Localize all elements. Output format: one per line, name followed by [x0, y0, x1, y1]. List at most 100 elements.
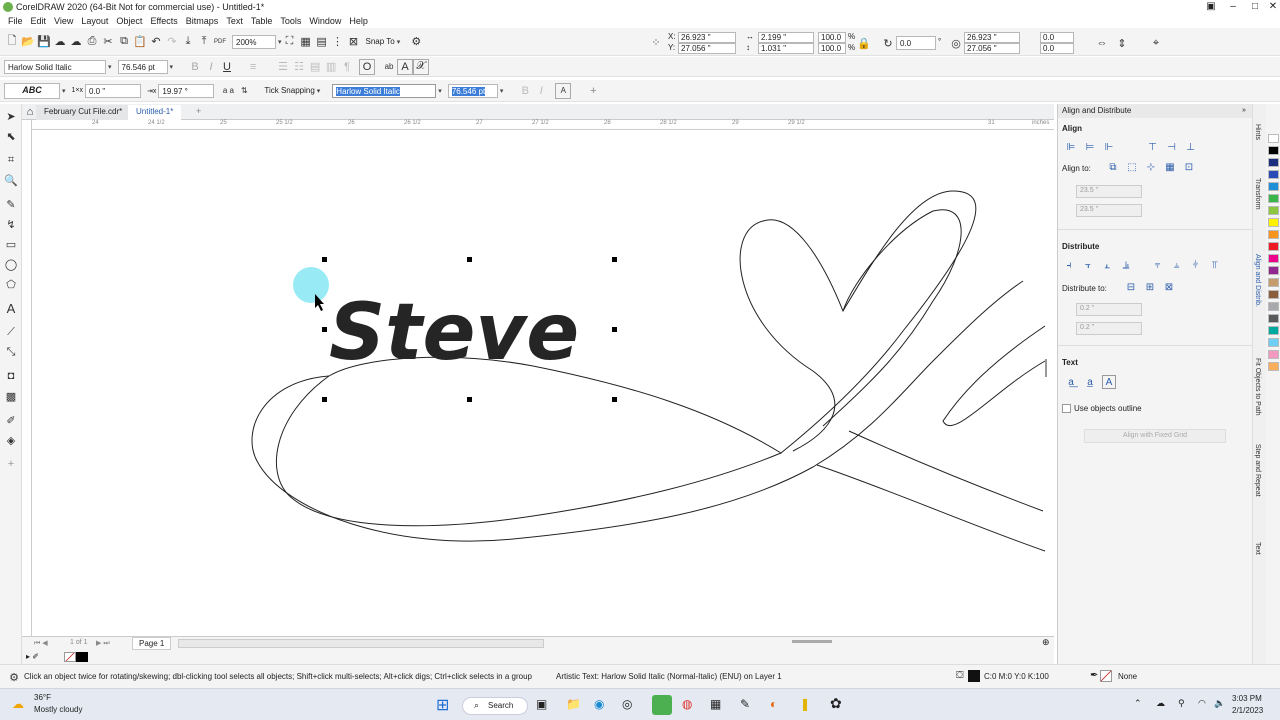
align-text-icon[interactable]: ≡ [245, 59, 261, 75]
coreldraw-taskbar-icon[interactable] [652, 695, 672, 715]
specified-point-icon[interactable]: ⊡ [1182, 161, 1196, 175]
page-tab[interactable]: Page 1 [132, 637, 172, 650]
font-list-field[interactable]: Harlow Solid Italic [4, 59, 106, 74]
paste-icon[interactable]: 📋 [132, 34, 148, 50]
clock-date[interactable]: 2/1/2023 [1232, 706, 1263, 715]
folder-icon[interactable]: ❚ [800, 697, 810, 711]
interactive-fill-icon[interactable]: ◈ [3, 432, 19, 448]
new-document-icon[interactable]: 🗋 [4, 34, 20, 50]
y-position-field[interactable]: 27.056 " [678, 43, 736, 54]
print-icon[interactable]: ⎙ [84, 34, 100, 50]
color-swatch[interactable] [1268, 278, 1279, 287]
selection-handle[interactable] [612, 397, 617, 402]
text-properties-icon[interactable]: ab [381, 59, 397, 75]
dell-icon[interactable]: ◎ [622, 697, 632, 711]
tab-step-and-repeat[interactable]: Step and Repeat [1254, 444, 1261, 497]
add-tab-icon[interactable]: + [196, 106, 201, 116]
close-button[interactable]: ✕ [1262, 0, 1280, 14]
align-left-icon[interactable]: ⊫ [1064, 141, 1078, 155]
calculator-icon[interactable]: ▦ [710, 697, 721, 711]
selection-handle[interactable] [322, 327, 327, 332]
align-top-icon[interactable]: ⊤ [1146, 141, 1160, 155]
polygon-tool-icon[interactable]: ⬠ [3, 276, 19, 292]
align-center-v-icon[interactable]: ⊣ [1165, 141, 1179, 155]
underline-icon[interactable]: U [219, 59, 235, 75]
tab-fit-objects-to-path[interactable]: Fit Objects to Path [1254, 358, 1261, 416]
save-icon[interactable]: 💾 [36, 34, 52, 50]
rectangle-tool-icon[interactable]: ▭ [3, 236, 19, 252]
position2-x-field[interactable]: 26.923 " [964, 32, 1020, 43]
distribute-middle-icon[interactable]: ⫨ [1170, 259, 1184, 273]
transparency-icon[interactable]: ▩ [3, 388, 19, 404]
first-baseline-icon[interactable]: a͟ [1064, 376, 1078, 390]
ellipse-tool-icon[interactable]: ◯ [3, 256, 19, 272]
steve-artistic-text[interactable]: Steve [329, 288, 579, 378]
distribute-x-field[interactable]: 0.2 " [1076, 303, 1142, 316]
no-color-swatch[interactable] [64, 652, 76, 662]
object-spacing-icon[interactable]: ⊠ [1162, 281, 1176, 295]
volume-icon[interactable]: 🔈 [1214, 698, 1225, 709]
tab-text[interactable]: Text [1254, 542, 1261, 555]
add-tool-icon[interactable]: + [3, 456, 19, 472]
chevron-down-icon[interactable]: ▾ [397, 38, 401, 46]
distribute-bottom-icon[interactable]: ⫪ [1208, 259, 1222, 273]
outline-color-swatch[interactable] [1100, 670, 1112, 682]
color-swatch[interactable] [1268, 302, 1279, 311]
crop-tool-icon[interactable]: ⌗ [3, 152, 19, 168]
paragraph-icon[interactable]: ¶ [339, 59, 355, 75]
minimize-button[interactable]: – [1222, 0, 1244, 14]
align-x-field[interactable]: 23.5 " [1076, 185, 1142, 198]
chevron-down-icon[interactable]: ▾ [170, 63, 174, 71]
scale-x-field[interactable]: 100.0 [818, 32, 846, 43]
opentype-icon[interactable]: O [359, 58, 376, 75]
palette-menu-icon[interactable]: ▸ ✐ [26, 652, 39, 661]
menu-bitmaps[interactable]: Bitmaps [186, 16, 219, 26]
first-page-icon[interactable]: ⏮ ◀ [34, 639, 48, 648]
vertical-ruler[interactable] [22, 120, 32, 636]
distribute-center-icon[interactable]: ⫟ [1081, 259, 1095, 273]
distance-from-path-field[interactable]: 0.0 " [85, 83, 141, 98]
bold-icon[interactable]: B [517, 83, 533, 99]
color-swatch[interactable] [1268, 158, 1279, 167]
menu-table[interactable]: Table [251, 16, 273, 26]
clock-time[interactable]: 3:03 PM [1232, 694, 1262, 703]
fill-bucket-icon[interactable]: ⛋ [956, 670, 964, 681]
rotate-icon[interactable]: ↻ [880, 35, 896, 51]
tab-align-distribute[interactable]: Align and Distrib. [1254, 254, 1261, 307]
fill-color-swatch[interactable] [968, 670, 980, 682]
cloud-icon[interactable]: ☁ [1156, 698, 1165, 709]
eyedropper-icon[interactable]: ✐ [3, 412, 19, 428]
next-page-icon[interactable]: ▶ ⏭ [96, 639, 110, 648]
menu-file[interactable]: File [8, 16, 23, 26]
grid-icon[interactable]: ▦ [1163, 161, 1177, 175]
color-swatch[interactable] [1268, 338, 1279, 347]
mirror-text-h-icon[interactable]: a a [220, 83, 236, 99]
distribute-left-icon[interactable]: ⫞ [1062, 259, 1076, 273]
color-swatch[interactable] [1268, 350, 1279, 359]
color-swatch[interactable] [1268, 146, 1279, 155]
connector-tool-icon[interactable]: ⤡ [3, 344, 19, 360]
menu-layout[interactable]: Layout [81, 16, 108, 26]
use-outline-checkbox[interactable] [1062, 404, 1071, 413]
pdf-icon[interactable]: PDF [212, 34, 228, 50]
color-swatch[interactable] [1268, 206, 1279, 215]
extent-selection-icon[interactable]: ⊟ [1124, 281, 1138, 295]
tab-february-cut-file[interactable]: February Cut File.cdr* [36, 105, 131, 120]
cloud-upload-icon[interactable]: ☁ [52, 34, 68, 50]
selection-handle[interactable] [322, 257, 327, 262]
edge-icon[interactable]: ◉ [594, 697, 604, 711]
file-explorer-icon[interactable]: 📁 [566, 697, 581, 711]
text-properties-icon[interactable]: A [555, 82, 572, 99]
options-gear-icon[interactable]: ⚙ [408, 34, 424, 50]
tab-untitled[interactable]: Untitled-1* [128, 105, 182, 120]
snap-to-dropdown[interactable]: Snap To [366, 37, 395, 46]
settings-gear-icon[interactable]: ⚙ [6, 669, 22, 685]
color-swatch[interactable] [1268, 314, 1279, 323]
outline-pen-icon[interactable]: ✒ [1090, 670, 1098, 681]
menu-tools[interactable]: Tools [280, 16, 301, 26]
tab-transform[interactable]: Transform [1254, 178, 1261, 210]
chevron-up-icon[interactable]: ⌃ [1134, 698, 1142, 709]
chevron-down-icon[interactable]: ▾ [317, 87, 321, 95]
zoom-tool-icon[interactable]: 🔍 [3, 172, 19, 188]
snap-off-icon[interactable]: ⊠ [346, 34, 362, 50]
